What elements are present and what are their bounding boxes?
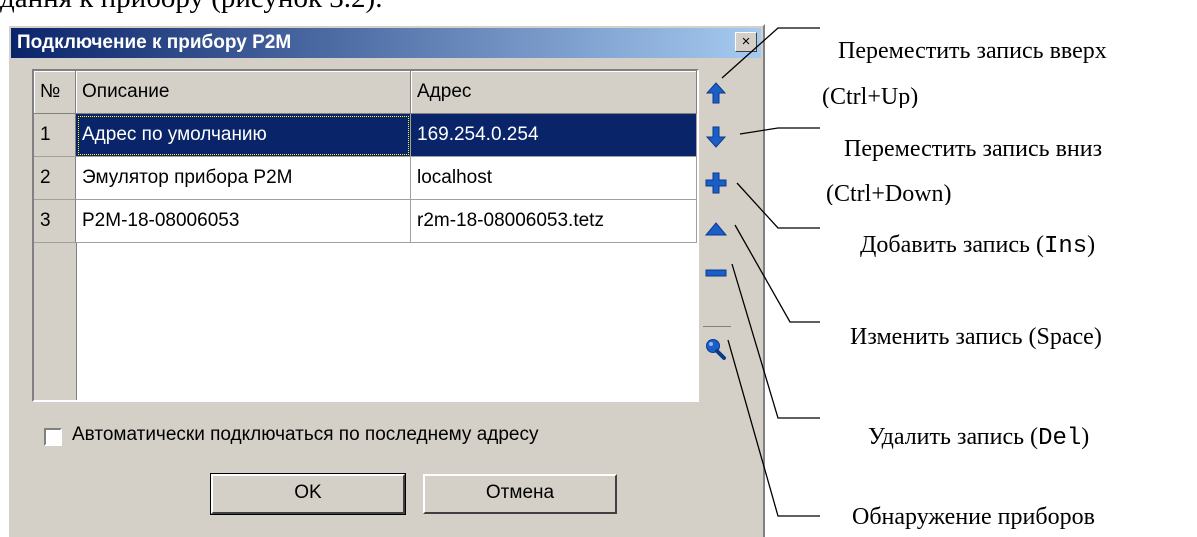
annotation-delete-text: Удалить запись ( xyxy=(868,424,1039,450)
annotation-add-text: Добавить запись ( xyxy=(860,232,1044,258)
annotation-add-close: ) xyxy=(1087,232,1096,258)
annotation-delete-close: ) xyxy=(1081,424,1090,450)
callout-line-add xyxy=(736,182,820,229)
callout-line-edit xyxy=(734,224,820,323)
callout-line-discover xyxy=(727,339,820,517)
annotation-move-up-shortcut: (Ctrl+Up) xyxy=(822,84,919,108)
annotation-edit: Изменить запись (Space) xyxy=(850,324,1102,350)
callout-line-delete xyxy=(731,263,820,419)
annotation-move-up: Переместить запись вверх xyxy=(838,38,1107,64)
annotation-delete: Удалить запись (Del) xyxy=(868,424,1089,452)
annotation-add: Добавить запись (Ins) xyxy=(860,232,1095,260)
annotation-move-down-shortcut: (Ctrl+Down) xyxy=(826,181,952,205)
callout-line-move-down xyxy=(739,127,820,135)
callout-lines xyxy=(721,27,820,517)
callout-line-move-up xyxy=(721,27,820,79)
annotation-add-key: Ins xyxy=(1043,233,1088,260)
annotation-delete-key: Del xyxy=(1038,425,1082,452)
annotation-discover: Обнаружение приборов xyxy=(852,504,1095,530)
annotation-move-down: Переместить запись вниз xyxy=(844,136,1103,162)
